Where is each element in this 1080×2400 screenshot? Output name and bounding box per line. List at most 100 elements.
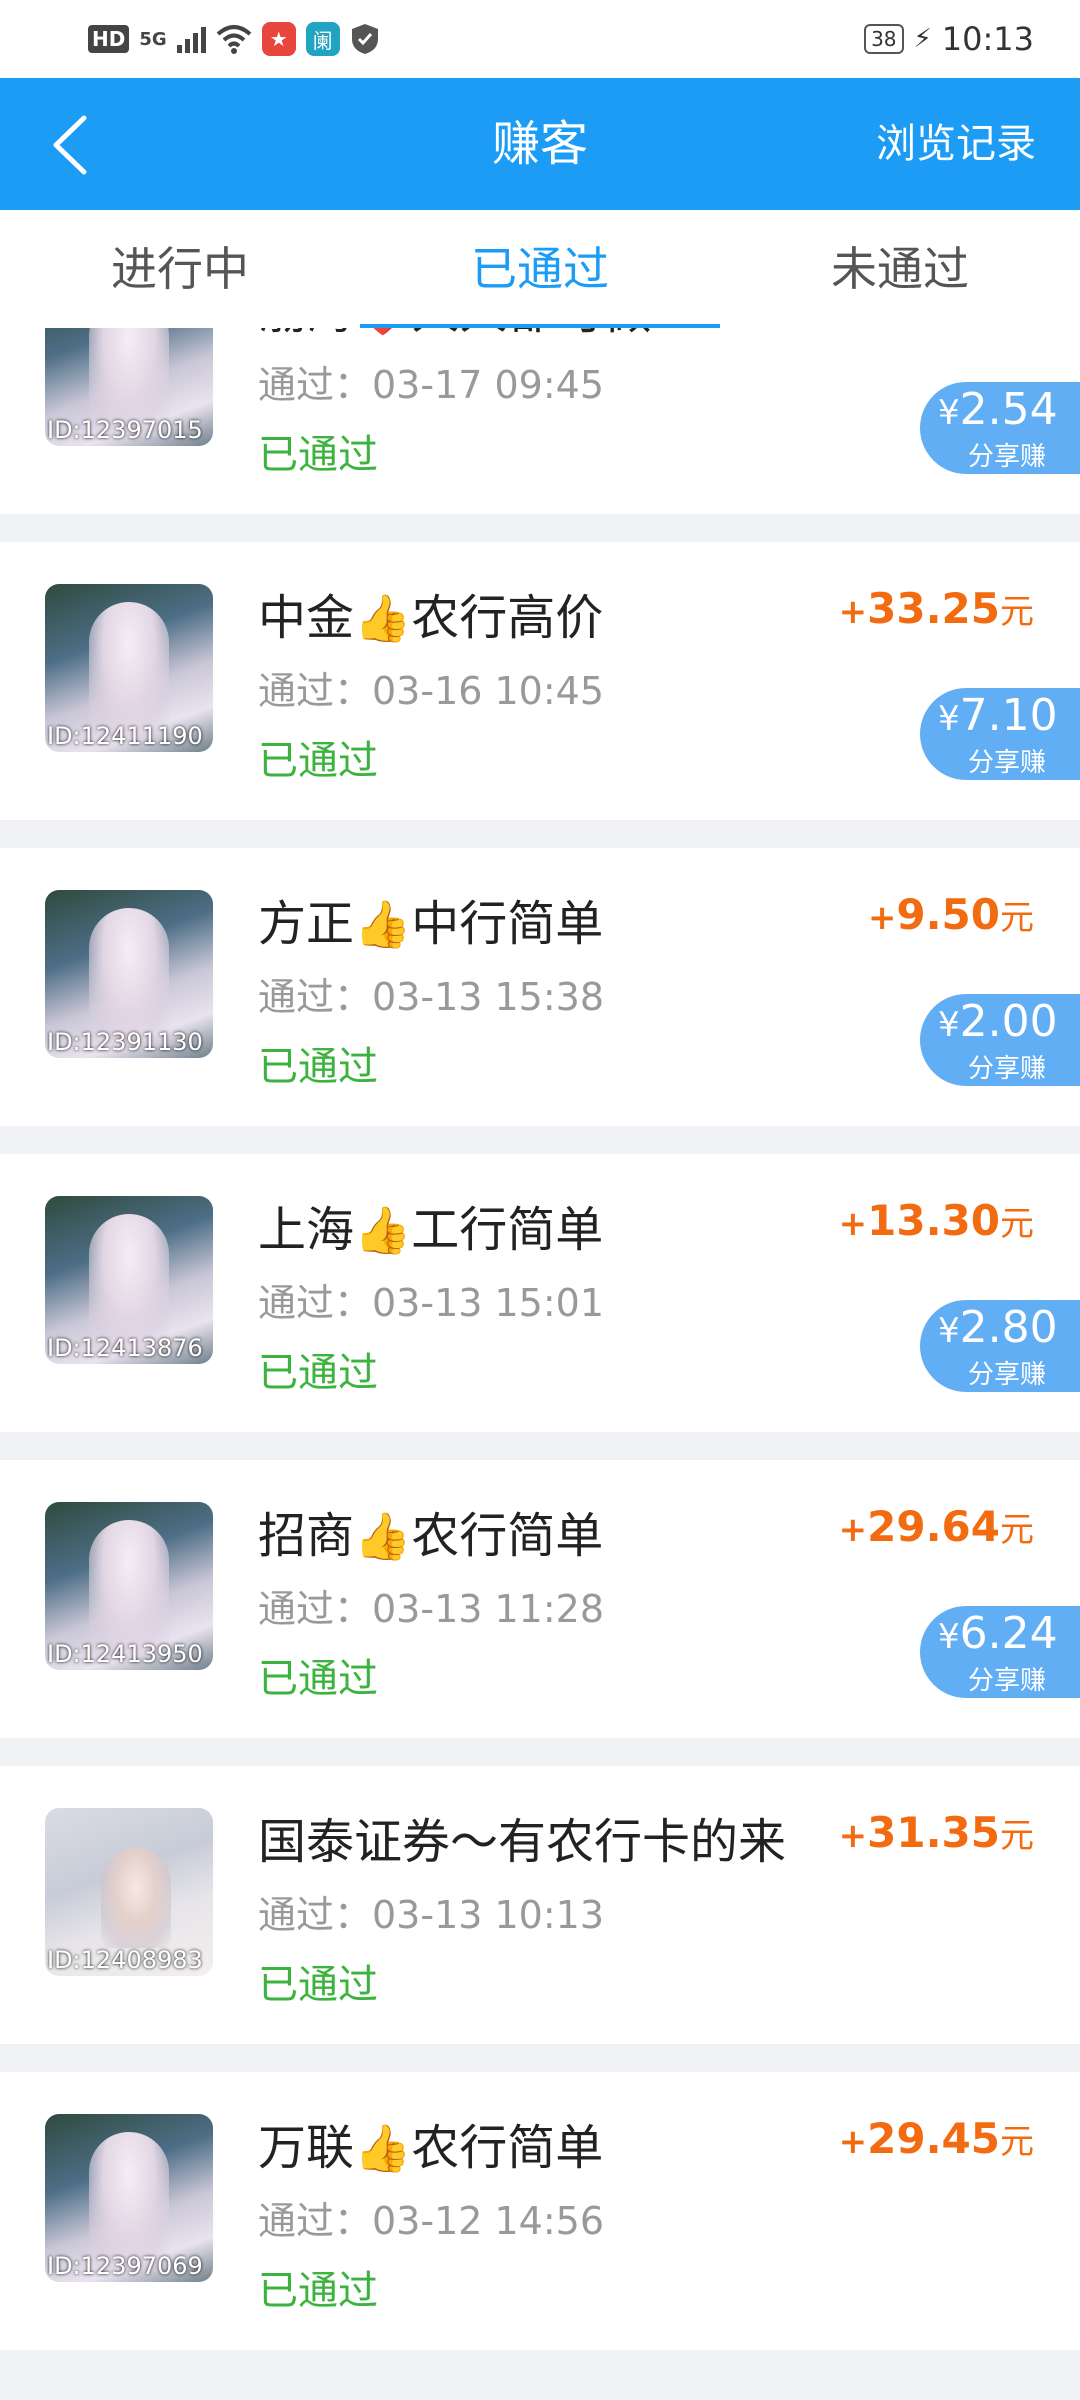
browse-history-button[interactable]: 浏览记录 <box>876 78 1036 210</box>
task-list-inner: ID:12397015 渤海❤️人人都可做 通过：03-17 09:45 已通过… <box>0 328 1080 2378</box>
task-thumbnail: ID:12413876 <box>45 1196 213 1364</box>
task-card[interactable]: ID:12408983 国泰证券～有农行卡的来 通过：03-13 10:13 已… <box>0 1766 1080 2044</box>
reward-unit: 元 <box>1000 898 1034 938</box>
task-card[interactable]: ID:12413876 上海👍工行简单 通过：03-13 15:01 已通过 +… <box>0 1154 1080 1432</box>
yen-symbol: ¥ <box>938 393 960 433</box>
plus-sign: + <box>838 1510 868 1550</box>
status-label: 已通过 <box>258 738 378 784</box>
tab-bar: 进行中 已通过 未通过 <box>0 210 1080 328</box>
share-price: ¥2.00 <box>938 996 1058 1047</box>
task-id: ID:12397015 <box>47 416 203 444</box>
pass-time: 通过：03-13 15:38 <box>258 975 605 1019</box>
share-earn-button[interactable]: ¥2.00 分享赚 <box>920 994 1080 1086</box>
reward-unit: 元 <box>1000 1816 1034 1856</box>
task-title-prefix: 中金 <box>258 590 355 646</box>
pass-time: 通过：03-12 14:56 <box>258 2199 605 2243</box>
network-type: 5G <box>139 28 167 50</box>
share-earn-button[interactable]: ¥2.80 分享赚 <box>920 1300 1080 1392</box>
thumbnail-photo <box>89 1214 169 1354</box>
task-thumbnail: ID:12397069 <box>45 2114 213 2282</box>
task-title-suffix: 人人都可做 <box>411 328 651 340</box>
reward-unit: 元 <box>1000 2122 1034 2162</box>
pass-time: 通过：03-16 10:45 <box>258 669 605 713</box>
share-earn-label: 分享赚 <box>968 748 1047 778</box>
status-label: 已通过 <box>258 2268 378 2314</box>
task-title-emoji: 👍 <box>354 1509 412 1563</box>
plus-sign: + <box>838 2122 868 2162</box>
yen-symbol: ¥ <box>938 1311 960 1351</box>
task-id: ID:12413876 <box>47 1334 203 1362</box>
task-card[interactable]: ID:12397015 渤海❤️人人都可做 通过：03-17 09:45 已通过… <box>0 328 1080 514</box>
reward-amount: +29.64元 <box>839 1502 1034 1551</box>
reward-amount: +13.30元 <box>839 1196 1034 1245</box>
task-title-prefix: 渤海 <box>258 328 354 340</box>
task-title-prefix: 万联 <box>258 2120 355 2176</box>
task-title: 国泰证券～有农行卡的来 <box>258 1802 786 1872</box>
task-title: 方正👍中行简单 <box>258 884 603 954</box>
share-price: ¥7.10 <box>938 690 1058 741</box>
app-notification-icon: ★ <box>261 22 296 56</box>
status-icons-right: 38 ⚡ 10:13 <box>864 18 1034 60</box>
reward-value: 31.35 <box>867 1808 1000 1857</box>
yen-symbol: ¥ <box>938 699 960 739</box>
pass-time: 通过：03-17 09:45 <box>258 363 605 407</box>
plus-sign: + <box>838 1204 868 1244</box>
task-id: ID:12397069 <box>47 2252 203 2280</box>
tab-passed[interactable]: 已通过 <box>360 210 720 328</box>
share-earn-label: 分享赚 <box>968 1360 1047 1390</box>
plus-sign: + <box>867 898 897 938</box>
task-title-prefix: 招商 <box>258 1508 355 1564</box>
task-id: ID:12391130 <box>47 1028 203 1056</box>
task-title-prefix: 方正 <box>258 896 355 952</box>
tab-in-progress[interactable]: 进行中 <box>0 210 360 328</box>
task-title: 上海👍工行简单 <box>258 1190 603 1260</box>
task-card[interactable]: ID:12413950 招商👍农行简单 通过：03-13 11:28 已通过 +… <box>0 1460 1080 1738</box>
share-earn-label: 分享赚 <box>968 442 1047 472</box>
task-card[interactable]: ID:12397069 万联👍农行简单 通过：03-12 14:56 已通过 +… <box>0 2072 1080 2350</box>
task-card[interactable]: ID:12411190 中金👍农行高价 通过：03-16 10:45 已通过 +… <box>0 542 1080 820</box>
reward-amount: +29.45元 <box>839 2114 1034 2163</box>
reward-unit: 元 <box>1000 1510 1034 1550</box>
share-price-value: 2.00 <box>959 996 1058 1047</box>
task-title-suffix: 工行简单 <box>411 1202 604 1258</box>
task-title-prefix: 国泰证券～有农行卡的来 <box>258 1814 787 1870</box>
share-earn-button[interactable]: ¥6.24 分享赚 <box>920 1606 1080 1698</box>
share-earn-button[interactable]: ¥2.54 分享赚 <box>920 382 1080 474</box>
share-earn-button[interactable]: ¥7.10 分享赚 <box>920 688 1080 780</box>
pass-time: 通过：03-13 11:28 <box>258 1587 605 1631</box>
task-card[interactable]: ID:12391130 方正👍中行简单 通过：03-13 15:38 已通过 +… <box>0 848 1080 1126</box>
yen-symbol: ¥ <box>938 1617 960 1657</box>
share-price: ¥6.24 <box>938 1608 1058 1659</box>
task-title-prefix: 上海 <box>258 1202 355 1258</box>
task-title-emoji: 👍 <box>354 1203 412 1257</box>
reward-amount: +9.50元 <box>868 890 1034 939</box>
status-icons-left: HD 5G ★ 阑 <box>88 18 380 60</box>
thumbnail-photo <box>89 2132 169 2272</box>
status-label: 已通过 <box>258 1962 378 2008</box>
tab-rejected[interactable]: 未通过 <box>720 210 1080 328</box>
reward-unit: 元 <box>1000 1204 1034 1244</box>
share-price-value: 6.24 <box>959 1608 1058 1659</box>
task-thumbnail: ID:12413950 <box>45 1502 213 1670</box>
task-id: ID:12413950 <box>47 1640 203 1668</box>
pass-time: 通过：03-13 15:01 <box>258 1281 605 1325</box>
task-title-emoji: ❤️ <box>354 328 411 339</box>
task-title-suffix: 中行简单 <box>411 896 604 952</box>
status-label: 已通过 <box>258 1044 378 1090</box>
task-list[interactable]: ID:12397015 渤海❤️人人都可做 通过：03-17 09:45 已通过… <box>0 328 1080 2400</box>
task-id: ID:12411190 <box>47 722 203 750</box>
thumbnail-photo <box>89 1520 169 1660</box>
reward-unit: 元 <box>1000 592 1034 632</box>
pass-time: 通过：03-13 10:13 <box>258 1893 605 1937</box>
share-price-value: 2.54 <box>959 384 1058 435</box>
task-title-emoji: 👍 <box>354 2121 412 2175</box>
reward-value: 9.50 <box>896 890 1000 939</box>
plus-sign: + <box>838 1816 868 1856</box>
plus-sign: + <box>838 592 868 632</box>
status-label: 已通过 <box>258 432 378 478</box>
thumbnail-photo <box>101 1848 171 1948</box>
task-thumbnail: ID:12397015 <box>45 328 213 446</box>
app-notification-icon: 阑 <box>305 22 340 56</box>
reward-value: 29.64 <box>867 1502 1000 1551</box>
task-title-emoji: 👍 <box>354 897 412 951</box>
